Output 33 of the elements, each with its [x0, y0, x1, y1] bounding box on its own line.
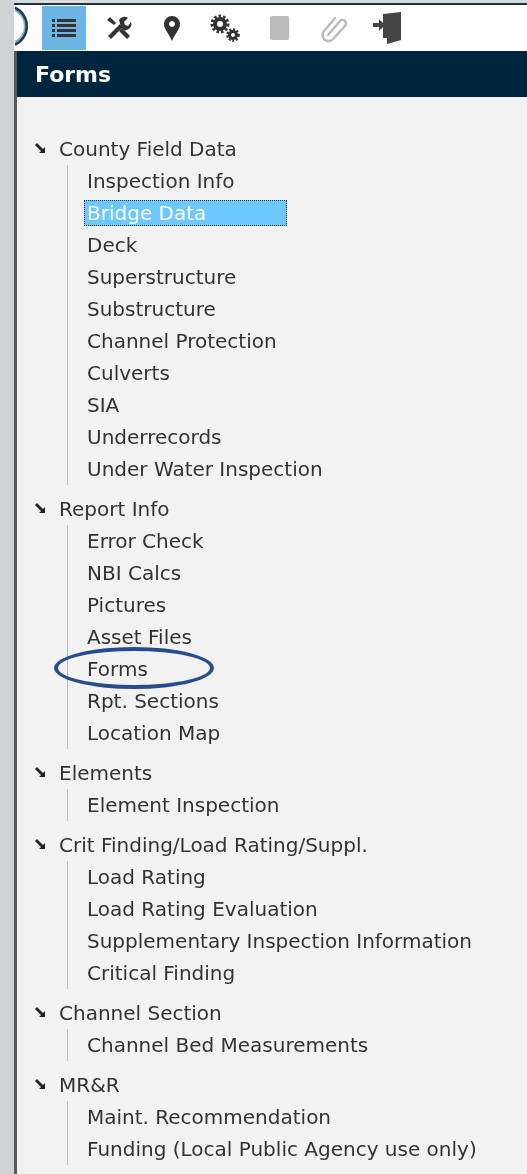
tree-group-item[interactable]: Channel Section	[59, 1001, 222, 1025]
tree-item[interactable]: Asset Files	[84, 624, 195, 650]
tree-item[interactable]: Load Rating	[84, 864, 209, 890]
tree-item[interactable]: NBI Calcs	[84, 560, 185, 586]
tree-item[interactable]: Culverts	[84, 360, 173, 386]
tree-item[interactable]: Underrecords	[84, 424, 225, 450]
tree-item[interactable]: Channel Protection	[84, 328, 280, 354]
list-button[interactable]	[42, 6, 86, 50]
tree-group-item[interactable]: Report Info	[59, 497, 170, 521]
tree-item[interactable]: Error Check	[84, 528, 207, 554]
tree-item[interactable]: Deck	[84, 232, 141, 258]
tree-item[interactable]: Element Inspection	[84, 792, 283, 818]
tree-item[interactable]: Supplementary Inspection Information	[84, 928, 476, 954]
tree-item[interactable]: Under Water Inspection	[84, 456, 326, 482]
tree-group-item[interactable]: Crit Finding/Load Rating/Suppl.	[59, 833, 368, 857]
tree-group-item[interactable]: Elements	[59, 761, 153, 785]
panel-title: Forms	[35, 61, 112, 87]
tree-group-item[interactable]: County Field Data	[59, 137, 237, 161]
tree-item[interactable]: Inspection Info	[84, 168, 238, 194]
tree-item[interactable]: Rpt. Sections	[84, 688, 222, 714]
tree-item[interactable]: Forms	[84, 656, 151, 682]
tree-item[interactable]: Maint. Recommendation	[84, 1104, 335, 1130]
tree-item[interactable]: Funding (Local Public Agency use only)	[84, 1136, 480, 1162]
tree-item[interactable]: Pictures	[84, 592, 170, 618]
tree-item[interactable]: SIA	[84, 392, 123, 418]
tree-item[interactable]: Channel Bed Measurements	[84, 1032, 372, 1058]
tree-item[interactable]: Location Map	[84, 720, 224, 746]
tree-item[interactable]: Critical Finding	[84, 960, 239, 986]
tree-item[interactable]: Substructure	[84, 296, 219, 322]
tree-item[interactable]: Load Rating Evaluation	[84, 896, 321, 922]
tree-group-item[interactable]: MR&R	[59, 1073, 120, 1097]
gears-icon	[209, 13, 243, 43]
tree-item[interactable]: Superstructure	[84, 264, 240, 290]
